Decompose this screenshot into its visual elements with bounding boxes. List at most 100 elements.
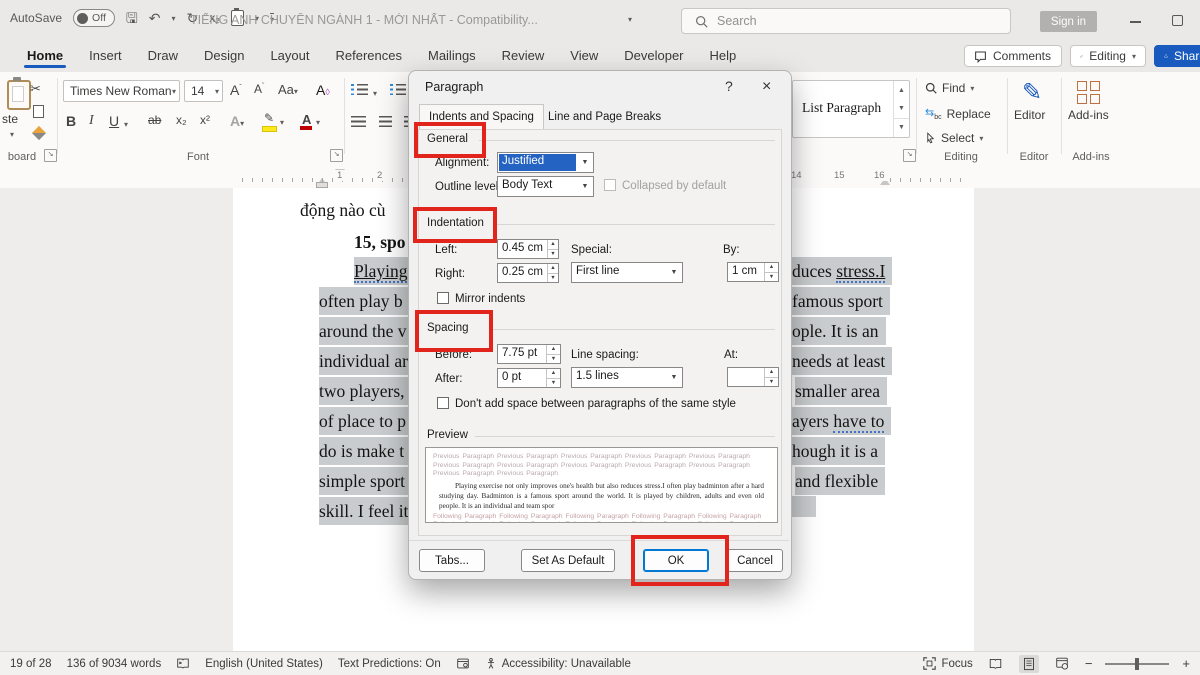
focus-mode-button[interactable]: Focus bbox=[923, 657, 972, 670]
bullets-lines-icon[interactable] bbox=[357, 84, 368, 95]
ok-button[interactable]: OK bbox=[643, 549, 709, 572]
strikethrough-icon[interactable]: ab bbox=[148, 114, 161, 126]
bullets-chevron-icon[interactable]: ▾ bbox=[373, 89, 377, 98]
undo-icon[interactable]: ↶ bbox=[149, 11, 161, 25]
find-button[interactable]: Find▾ bbox=[925, 81, 974, 95]
text-effects-icon[interactable]: A▾ bbox=[230, 114, 244, 128]
mirror-indents-checkbox[interactable] bbox=[437, 292, 449, 304]
font-size-combo[interactable]: 14▾ bbox=[184, 80, 223, 102]
tab-line-and-page-breaks[interactable]: Line and Page Breaks bbox=[539, 106, 670, 129]
tab-references[interactable]: References bbox=[323, 42, 415, 70]
cut-icon[interactable]: ✂︎ bbox=[30, 82, 41, 95]
web-layout-icon[interactable] bbox=[1052, 655, 1072, 673]
editor-button-label[interactable]: Editor bbox=[1014, 108, 1045, 122]
set-as-default-button[interactable]: Set As Default bbox=[521, 549, 615, 572]
paste-button-icon[interactable] bbox=[7, 80, 31, 110]
tab-view[interactable]: View bbox=[557, 42, 611, 70]
page-number-status[interactable]: 19 of 28 bbox=[10, 658, 52, 670]
accessibility-status[interactable]: Accessibility: Unavailable bbox=[485, 657, 631, 670]
paste-chevron-icon[interactable]: ▾ bbox=[10, 130, 14, 139]
indent-left-spinner[interactable]: 0.45 cm ▲▼ bbox=[497, 239, 559, 259]
tab-draw[interactable]: Draw bbox=[135, 42, 191, 70]
indent-right-spinner[interactable]: 0.25 cm ▲▼ bbox=[497, 263, 559, 283]
editor-icon[interactable]: ✎︎ bbox=[1022, 78, 1042, 107]
word-count-status[interactable]: 136 of 9034 words bbox=[67, 658, 162, 670]
underline-icon[interactable]: U bbox=[109, 114, 119, 128]
tab-indents-and-spacing[interactable]: Indents and Spacing bbox=[419, 104, 544, 131]
tab-insert[interactable]: Insert bbox=[76, 42, 135, 70]
highlight-color-icon[interactable]: ✎︎ bbox=[264, 112, 274, 124]
tabs-button[interactable]: Tabs... bbox=[419, 549, 485, 572]
line-spacing-dropdown[interactable]: 1.5 lines▼ bbox=[571, 367, 683, 388]
share-button[interactable]: Share bbox=[1154, 45, 1200, 67]
special-dropdown[interactable]: First line▼ bbox=[571, 262, 683, 283]
tab-help[interactable]: Help bbox=[697, 42, 750, 70]
sign-in-button[interactable]: Sign in bbox=[1040, 11, 1097, 32]
cancel-button[interactable]: Cancel bbox=[727, 549, 783, 572]
clipboard-dialog-launcher[interactable]: ↘ bbox=[44, 149, 57, 162]
macro-record-icon[interactable] bbox=[456, 657, 470, 670]
search-input[interactable]: Search bbox=[681, 8, 1011, 34]
style-gallery-more-icon[interactable]: ▼ bbox=[894, 118, 909, 137]
minimize-icon[interactable] bbox=[1130, 21, 1141, 23]
tab-home[interactable]: Home bbox=[14, 42, 76, 70]
styles-dialog-launcher[interactable]: ↘ bbox=[903, 149, 916, 162]
style-scroll-up-icon[interactable]: ▲ bbox=[894, 81, 909, 99]
replace-button[interactable]: ⇆bc Replace bbox=[925, 106, 991, 121]
font-name-combo[interactable]: Times New Roman▾ bbox=[63, 80, 180, 102]
alignment-dropdown[interactable]: Justified▼ bbox=[497, 152, 594, 173]
restore-icon[interactable] bbox=[1172, 15, 1183, 26]
select-button[interactable]: Select▾ bbox=[925, 131, 983, 145]
align-left-icon[interactable] bbox=[351, 116, 366, 127]
tab-layout[interactable]: Layout bbox=[257, 42, 322, 70]
format-painter-icon[interactable] bbox=[32, 126, 46, 140]
dont-add-space-checkbox[interactable] bbox=[437, 397, 449, 409]
title-dropdown-icon[interactable]: ▾ bbox=[628, 15, 632, 24]
autosave-toggle[interactable]: Off bbox=[73, 9, 115, 27]
bold-icon[interactable]: B bbox=[66, 114, 76, 128]
undo-dropdown-icon[interactable]: ▾ bbox=[172, 14, 176, 23]
tab-developer[interactable]: Developer bbox=[611, 42, 696, 70]
by-spinner[interactable]: 1 cm ▲▼ bbox=[727, 262, 779, 282]
text-predictions-status[interactable]: Text Predictions: On bbox=[338, 658, 441, 670]
zoom-in-button[interactable]: + bbox=[1182, 656, 1190, 671]
highlight-chevron-icon[interactable]: ▾ bbox=[280, 118, 284, 127]
underline-chevron-icon[interactable]: ▾ bbox=[124, 120, 128, 129]
outline-level-dropdown[interactable]: Body Text▼ bbox=[497, 176, 594, 197]
font-dialog-launcher[interactable]: ↘ bbox=[330, 149, 343, 162]
italic-icon[interactable]: I bbox=[89, 114, 94, 128]
align-center-icon[interactable] bbox=[379, 116, 392, 127]
language-status[interactable]: English (United States) bbox=[205, 658, 323, 670]
change-case-icon[interactable]: Aa▾ bbox=[278, 83, 298, 96]
editing-mode-button[interactable]: Editing ▾ bbox=[1070, 45, 1146, 67]
zoom-slider-thumb[interactable] bbox=[1135, 658, 1139, 670]
after-spinner[interactable]: 0 pt ▲▼ bbox=[497, 368, 561, 388]
tab-review[interactable]: Review bbox=[489, 42, 558, 70]
style-name[interactable]: List Paragraph bbox=[802, 100, 881, 116]
zoom-slider[interactable] bbox=[1105, 663, 1169, 665]
proofing-errors-icon[interactable] bbox=[176, 657, 190, 670]
style-gallery-scroll[interactable]: ▲ ▼ ▼ bbox=[893, 81, 909, 137]
style-gallery[interactable]: List Paragraph ▲ ▼ ▼ bbox=[792, 80, 910, 138]
grow-font-icon[interactable]: Aˆ bbox=[230, 83, 242, 97]
add-ins-icon[interactable] bbox=[1077, 81, 1100, 104]
style-scroll-down-icon[interactable]: ▼ bbox=[894, 99, 909, 117]
dialog-close-icon[interactable]: × bbox=[762, 78, 771, 96]
tab-mailings[interactable]: Mailings bbox=[415, 42, 489, 70]
tab-design[interactable]: Design bbox=[191, 42, 257, 70]
numbering-lines-icon[interactable] bbox=[396, 84, 406, 95]
clear-formatting-icon[interactable]: A◊ bbox=[316, 83, 330, 97]
subscript-button-icon[interactable]: x₂ bbox=[176, 114, 187, 126]
zoom-out-button[interactable]: − bbox=[1085, 656, 1093, 671]
paste-button-label[interactable]: ste bbox=[2, 112, 18, 126]
copy-icon[interactable] bbox=[33, 105, 44, 118]
superscript-button-icon[interactable]: x² bbox=[200, 114, 210, 126]
shrink-font-icon[interactable]: Aˇ bbox=[254, 83, 264, 95]
dialog-help-icon[interactable]: ? bbox=[725, 78, 733, 94]
read-mode-icon[interactable] bbox=[986, 655, 1006, 673]
bullets-icon[interactable] bbox=[351, 84, 354, 95]
comments-button[interactable]: Comments bbox=[964, 45, 1062, 67]
numbering-icon[interactable] bbox=[390, 84, 393, 95]
before-spinner[interactable]: 7.75 pt ▲▼ bbox=[497, 344, 561, 364]
save-icon[interactable]: 🖫︎ bbox=[126, 11, 138, 25]
